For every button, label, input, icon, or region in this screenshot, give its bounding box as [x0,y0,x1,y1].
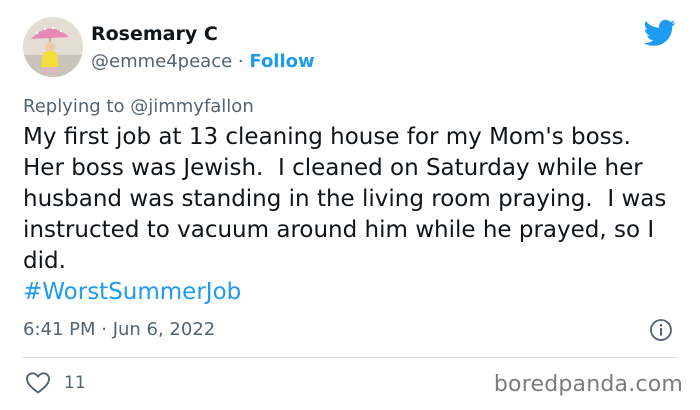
like-count: 11 [64,373,86,393]
author-name[interactable]: Rosemary C [91,22,218,46]
avatar[interactable] [23,17,83,77]
tweet-timestamp[interactable]: 6:41 PM · Jun 6, 2022 [23,318,215,342]
tweet-body: My first job at 13 cleaning house for my… [23,124,674,274]
replying-prefix: Replying to [23,96,125,117]
tweet-card: Rosemary C @emme4peace · Follow Replying… [0,0,700,410]
tweet-text: My first job at 13 cleaning house for my… [23,122,683,308]
author-handle[interactable]: @emme4peace [91,51,232,72]
author-handle-row: @emme4peace · Follow [91,50,315,74]
divider [23,357,677,358]
twitter-bird-icon[interactable] [644,19,676,47]
follow-button[interactable]: Follow [249,51,314,72]
watermark-text: boredpanda.com [493,372,683,397]
separator: · [237,51,244,72]
avatar-image [23,17,83,77]
reply-handle[interactable]: @jimmyfallon [130,96,254,117]
hashtag-link[interactable]: #WorstSummerJob [23,277,683,308]
replying-to: Replying to @jimmyfallon [23,95,254,119]
info-icon[interactable] [649,318,673,342]
heart-icon[interactable] [25,371,51,395]
